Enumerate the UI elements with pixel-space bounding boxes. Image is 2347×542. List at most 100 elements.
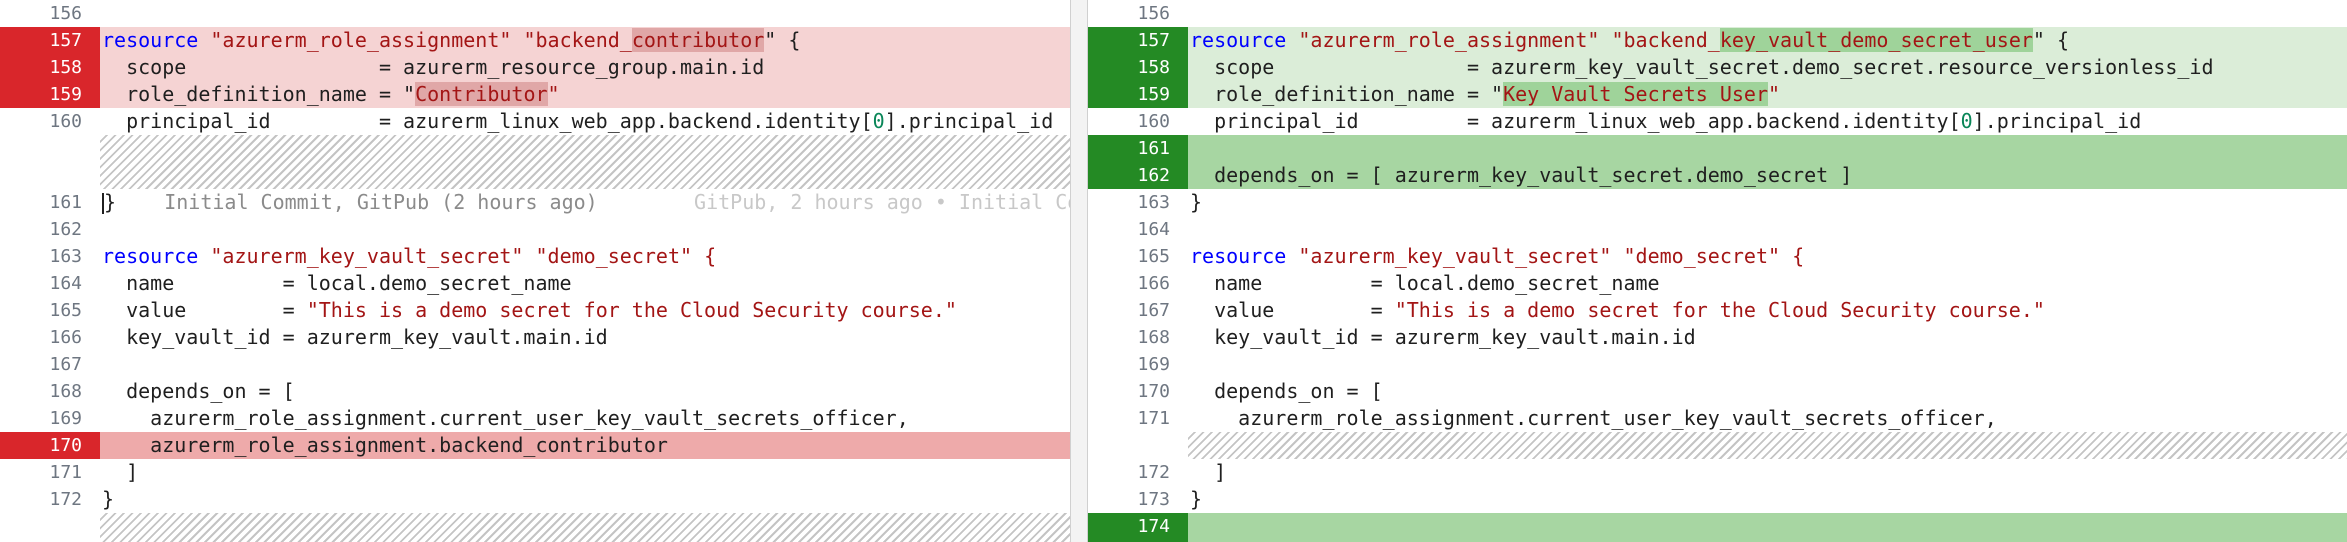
code-line[interactable]: 173 } xyxy=(1088,486,2347,513)
code-line[interactable]: 163 } xyxy=(1088,189,2347,216)
line-number: 173 xyxy=(1137,489,1170,510)
inserted-line[interactable]: 174 xyxy=(1088,513,2347,542)
modified-pane[interactable]: 156 157 resource "azurerm_role_assignmen… xyxy=(1088,0,2347,542)
line-number: 172 xyxy=(1137,462,1170,483)
line-number: 169 xyxy=(49,408,82,429)
code-line[interactable]: 164 xyxy=(1088,216,2347,243)
code-text: azurerm_role_assignment.current_user_key… xyxy=(1190,406,1997,430)
code-text: } Initial Commit, GitPub (2 hours ago) G… xyxy=(100,189,1070,216)
code-text: key_vault_id = azurerm_key_vault.main.id xyxy=(1190,325,1696,349)
inserted-line[interactable]: 157 resource "azurerm_role_assignment" "… xyxy=(1088,27,2347,54)
code-line[interactable]: 169 azurerm_role_assignment.current_user… xyxy=(0,405,1070,432)
code-fragment: " xyxy=(547,82,560,106)
line-number: 169 xyxy=(1137,354,1170,375)
code-text: scope = azurerm_resource_group.main.id xyxy=(100,54,1070,81)
line-number: 171 xyxy=(1137,408,1170,429)
code-text: name = local.demo_secret_name xyxy=(1190,271,1660,295)
deleted-line[interactable]: 170 azurerm_role_assignment.backend_cont… xyxy=(0,432,1070,459)
code-line[interactable]: 167 xyxy=(0,351,1070,378)
original-pane[interactable]: 156 157 resource "azurerm_role_assignmen… xyxy=(0,0,1070,542)
line-number: 162 xyxy=(1088,162,1188,189)
code-line[interactable]: 160 principal_id = azurerm_linux_web_app… xyxy=(0,108,1070,135)
code-line[interactable]: 168 key_vault_id = azurerm_key_vault.mai… xyxy=(1088,324,2347,351)
line-number: 170 xyxy=(0,432,100,459)
line-number: 163 xyxy=(1137,192,1170,213)
code-text: depends_on = [ xyxy=(1190,379,1383,403)
code-line[interactable]: 162 xyxy=(0,216,1070,243)
code-text: key_vault_id = azurerm_key_vault.main.id xyxy=(102,325,608,349)
string-literal: "This is a demo secret for the Cloud Sec… xyxy=(306,298,957,322)
code-text xyxy=(1188,513,2347,542)
code-text: scope = azurerm_key_vault_secret.demo_se… xyxy=(1188,54,2347,81)
code-fragment: value = xyxy=(1190,298,1395,322)
line-number: 161 xyxy=(1088,135,1188,162)
deleted-line[interactable]: 158 scope = azurerm_resource_group.main.… xyxy=(0,54,1070,81)
diff-editor[interactable]: 156 157 resource "azurerm_role_assignmen… xyxy=(0,0,2347,542)
code-line[interactable]: 160 principal_id = azurerm_linux_web_app… xyxy=(1088,108,2347,135)
deleted-line[interactable]: 159 role_definition_name = "Contributor" xyxy=(0,81,1070,108)
string-literal: "backend_ xyxy=(1599,28,1720,52)
code-line[interactable]: 165 resource "azurerm_key_vault_secret" … xyxy=(1088,243,2347,270)
code-line[interactable]: 171 azurerm_role_assignment.current_user… xyxy=(1088,405,2347,432)
diff-overview-divider[interactable] xyxy=(1070,0,1088,542)
code-text: } xyxy=(1190,487,1203,511)
string-literal: "azurerm_key_vault_secret" xyxy=(210,244,524,268)
code-line[interactable]: 170 depends_on = [ xyxy=(1088,378,2347,405)
code-line[interactable]: 156 xyxy=(1088,0,2347,27)
line-number: 167 xyxy=(1137,300,1170,321)
line-number: 164 xyxy=(1137,219,1170,240)
code-text: azurerm_role_assignment.backend_contribu… xyxy=(100,432,1070,459)
line-number: 172 xyxy=(49,489,82,510)
code-line[interactable]: 161 } Initial Commit, GitPub (2 hours ag… xyxy=(0,189,1070,216)
string-literal: "This is a demo secret for the Cloud Sec… xyxy=(1394,298,2045,322)
code-line[interactable]: 166 name = local.demo_secret_name xyxy=(1088,270,2347,297)
inline-blame-hover: GitPub, 2 hours ago • Initial Commit … xyxy=(694,190,1070,214)
deleted-line[interactable]: 157 resource "azurerm_role_assignment" "… xyxy=(0,27,1070,54)
line-number: 161 xyxy=(49,192,82,213)
code-fragment: principal_id = azurerm_linux_web_app.bac… xyxy=(102,109,873,133)
code-line[interactable]: 165 value = "This is a demo secret for t… xyxy=(0,297,1070,324)
code-line[interactable]: 172 } xyxy=(0,486,1070,513)
inserted-line[interactable]: 161 xyxy=(1088,135,2347,162)
inserted-line[interactable]: 159 role_definition_name = "Key Vault Se… xyxy=(1088,81,2347,108)
code-line[interactable]: 164 name = local.demo_secret_name xyxy=(0,270,1070,297)
line-number: 159 xyxy=(0,81,100,108)
code-fragment: } xyxy=(104,190,117,214)
code-fragment: role_definition_name = " xyxy=(102,82,416,106)
code-text: principal_id = azurerm_linux_web_app.bac… xyxy=(1188,108,2347,135)
keyword: resource xyxy=(102,244,211,268)
code-text: value = "This is a demo secret for the C… xyxy=(1188,297,2347,324)
inserted-line[interactable]: 162 depends_on = [ azurerm_key_vault_sec… xyxy=(1088,162,2347,189)
diff-filler-hatch xyxy=(100,513,1070,542)
code-fragment: ].principal_id xyxy=(884,109,1054,133)
code-line[interactable]: 163 resource "azurerm_key_vault_secret" … xyxy=(0,243,1070,270)
line-number: 162 xyxy=(49,219,82,240)
code-line[interactable]: 156 xyxy=(0,0,1070,27)
code-text xyxy=(1188,135,2347,162)
code-line[interactable]: 171 ] xyxy=(0,459,1070,486)
string-literal: "azurerm_key_vault_secret" xyxy=(1298,244,1612,268)
line-number: 164 xyxy=(49,273,82,294)
line-number: 160 xyxy=(49,111,82,132)
line-number: 165 xyxy=(1137,246,1170,267)
code-line[interactable]: 172 ] xyxy=(1088,459,2347,486)
inserted-line[interactable]: 158 scope = azurerm_key_vault_secret.dem… xyxy=(1088,54,2347,81)
line-number: 165 xyxy=(49,300,82,321)
code-fragment: principal_id = azurerm_linux_web_app.bac… xyxy=(1190,109,1961,133)
code-text: principal_id = azurerm_linux_web_app.bac… xyxy=(100,108,1070,135)
line-number: 167 xyxy=(49,354,82,375)
changed-text: Contributor xyxy=(415,82,548,106)
code-line[interactable]: 166 key_vault_id = azurerm_key_vault.mai… xyxy=(0,324,1070,351)
code-text: ] xyxy=(1190,460,1227,484)
code-line[interactable]: 168 depends_on = [ xyxy=(0,378,1070,405)
string-literal: "demo_secret" { xyxy=(523,244,717,268)
code-line[interactable]: 169 xyxy=(1088,351,2347,378)
code-fragment: role_definition_name = " xyxy=(1190,82,1504,106)
code-line[interactable]: 167 value = "This is a demo secret for t… xyxy=(1088,297,2347,324)
code-text: resource "azurerm_key_vault_secret" "dem… xyxy=(100,243,1070,270)
